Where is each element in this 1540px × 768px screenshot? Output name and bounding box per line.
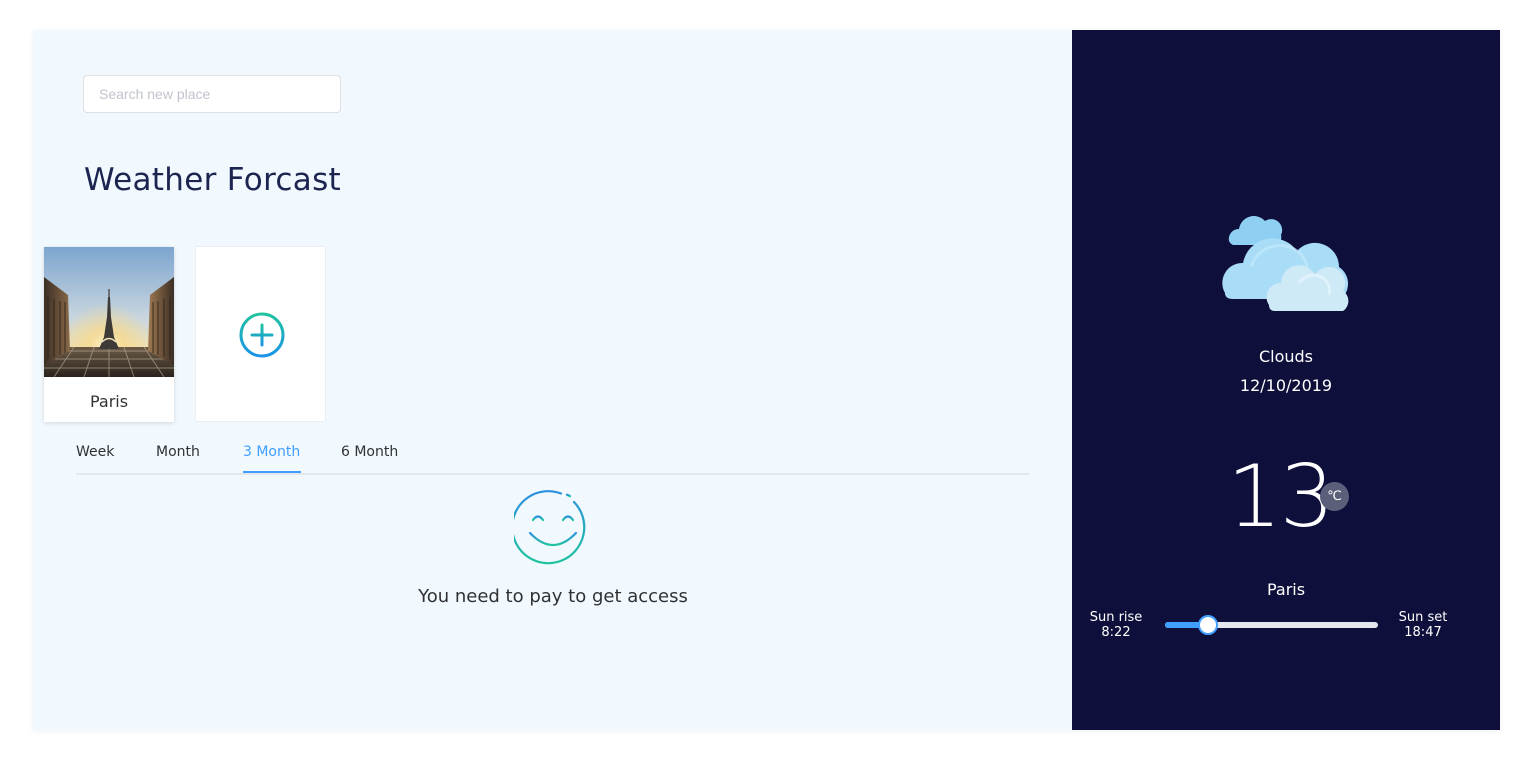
current-weather-panel: Clouds 12/10/2019 13 ℃ Paris Sun rise 8:… [1072,30,1500,730]
paywall-message: You need to pay to get access [418,586,688,607]
location-name: Paris [1266,580,1306,599]
eiffel-tower-photo [44,247,174,377]
search-input[interactable] [83,75,341,113]
weather-date: 12/10/2019 [1239,376,1333,395]
weather-app: Weather Forcast [33,30,1500,730]
weather-condition: Clouds [1258,347,1314,366]
sunset-info: Sun set 18:47 [1388,610,1458,640]
celsius-unit-toggle[interactable]: ℃ [1320,482,1349,511]
sunrise-info: Sun rise 8:22 [1081,610,1151,640]
sunset-label: Sun set [1398,610,1448,625]
page-title: Weather Forcast [84,162,341,198]
tab-week[interactable]: Week [76,444,114,460]
add-city-card[interactable] [195,246,326,422]
sunrise-time: 8:22 [1101,625,1131,640]
sunset-time: 18:47 [1404,625,1442,640]
tab-3-month[interactable]: 3 Month [243,444,300,460]
plus-circle-icon[interactable] [238,311,286,359]
city-name: Paris [89,392,129,411]
main-panel: Weather Forcast [33,30,1072,730]
temperature-value: 13 [1227,447,1334,547]
slider-handle[interactable] [1197,615,1218,635]
tab-6-month[interactable]: 6 Month [341,444,398,460]
active-tab-indicator [243,471,301,473]
city-card-paris[interactable]: Paris [44,247,174,422]
sunrise-label: Sun rise [1089,610,1143,625]
sun-progress-slider[interactable] [1165,615,1378,635]
period-tabs: Week Month 3 Month 6 Month [76,435,1029,475]
tab-month[interactable]: Month [156,444,200,460]
clouds-icon [1222,216,1349,311]
smiley-icon [514,490,586,565]
